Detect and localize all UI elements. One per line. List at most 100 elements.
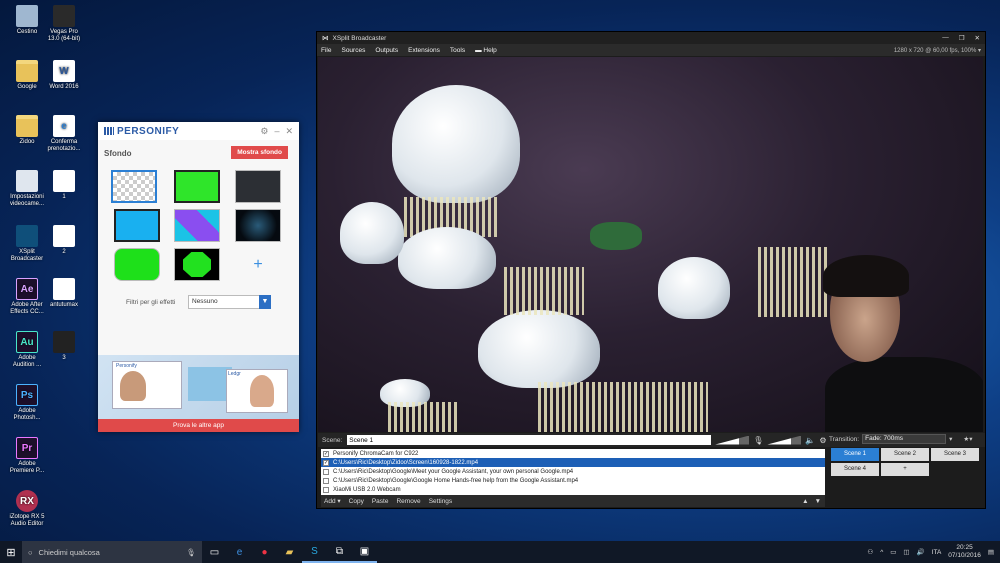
background-thumb-burst[interactable] bbox=[235, 209, 281, 242]
remove-button[interactable]: Remove bbox=[396, 498, 420, 505]
pdf-icon: e bbox=[53, 115, 75, 137]
desktop-icon-pdf[interactable]: e Conferma prenotazio... bbox=[44, 115, 84, 153]
background-thumb-green-octagon[interactable] bbox=[174, 248, 220, 281]
folder-icon bbox=[16, 115, 38, 137]
desktop-icon-recycle-bin[interactable]: Cestino bbox=[7, 5, 47, 36]
file-explorer-icon[interactable]: ▰ bbox=[277, 541, 302, 563]
settings-button[interactable]: Settings bbox=[429, 498, 453, 505]
chevron-down-icon[interactable]: ▼ bbox=[259, 295, 271, 309]
move-down-icon[interactable]: ▼ bbox=[815, 498, 821, 505]
desktop-icon-screenshot[interactable]: 3 bbox=[44, 331, 84, 362]
desktop-icon-photoshop[interactable]: Ps Adobe Photosh... bbox=[7, 384, 47, 422]
minimize-icon[interactable]: – bbox=[274, 126, 279, 137]
source-checkbox[interactable] bbox=[323, 486, 329, 493]
settings-icon[interactable]: ⚙ bbox=[260, 126, 268, 137]
desktop-icon-xsplit[interactable]: XSplit Broadcaster bbox=[7, 225, 47, 263]
people-icon[interactable]: ⚇ bbox=[867, 548, 873, 556]
skype-icon[interactable]: S bbox=[302, 541, 327, 563]
desktop-icon-label: Adobe Photosh... bbox=[13, 408, 41, 421]
background-thumb-green-circle[interactable] bbox=[114, 248, 160, 281]
speaker-icon[interactable]: 🔈 bbox=[805, 436, 815, 445]
desktop-icon-document[interactable]: 2 bbox=[44, 225, 84, 256]
try-other-apps-button[interactable]: Prova le altre app bbox=[98, 419, 299, 432]
language-indicator[interactable]: ITA bbox=[932, 549, 942, 556]
desktop-icon-izotope[interactable]: RX iZotope RX 5 Audio Editor bbox=[7, 490, 47, 528]
scene-4-button[interactable]: Scene 4 bbox=[831, 463, 879, 476]
preview-canvas[interactable] bbox=[318, 57, 983, 432]
add-scene-button[interactable]: + bbox=[881, 463, 929, 476]
chevron-down-icon[interactable]: ▾ bbox=[949, 435, 952, 443]
menu-sources[interactable]: Sources bbox=[341, 47, 365, 54]
source-checkbox[interactable]: ✓ bbox=[323, 459, 329, 466]
chrome-icon[interactable]: ● bbox=[252, 541, 277, 563]
source-checkbox[interactable] bbox=[323, 477, 329, 484]
transition-select[interactable]: Fade: 700ms bbox=[862, 434, 947, 444]
clock[interactable]: 20:25 07/10/2016 bbox=[948, 544, 981, 560]
add-source-button[interactable]: Add ▾ bbox=[324, 497, 341, 505]
show-background-button[interactable]: Mostra sfondo bbox=[231, 146, 288, 159]
system-tray: ⚇ ^ ▭ ◫ 🔊 ITA 20:25 07/10/2016 ▤ bbox=[867, 544, 1000, 560]
mic-volume-meter[interactable] bbox=[715, 435, 750, 445]
cortana-search[interactable]: ○ Chiedimi qualcosa 🎙 bbox=[22, 541, 202, 563]
background-thumb-green[interactable] bbox=[174, 170, 220, 203]
battery-icon[interactable]: ▭ bbox=[890, 548, 896, 556]
source-row[interactable]: ✓ Personify ChromaCam for C922 bbox=[321, 449, 825, 458]
desktop-icon-premiere[interactable]: Pr Adobe Premiere P... bbox=[7, 437, 47, 475]
personify-taskbar-icon[interactable]: ▣ bbox=[352, 541, 377, 563]
desktop-icon-webcam[interactable]: Impostazioni videocame... bbox=[7, 170, 47, 208]
windows-start-icon[interactable]: ⊞ bbox=[0, 546, 22, 559]
desktop-icon-folder[interactable]: Zidoo bbox=[7, 115, 47, 146]
desktop-icon-word[interactable]: W Word 2016 bbox=[44, 60, 84, 91]
volume-icon[interactable]: 🔊 bbox=[917, 548, 925, 556]
xsplit-logo-icon: ⋈ bbox=[322, 35, 329, 42]
xsplit-taskbar-icon[interactable]: ⧉ bbox=[327, 541, 352, 563]
desktop-icon-document[interactable]: 1 bbox=[44, 170, 84, 201]
transition-effects-icon[interactable]: ★▾ bbox=[963, 435, 972, 443]
menu-extensions[interactable]: Extensions bbox=[408, 47, 440, 54]
scene-3-button[interactable]: Scene 3 bbox=[931, 448, 979, 461]
microphone-icon[interactable]: 🎙 bbox=[753, 436, 763, 445]
source-row[interactable]: C:\Users\Ric\Desktop\Google\Google Home … bbox=[321, 476, 825, 485]
scene-2-button[interactable]: Scene 2 bbox=[881, 448, 929, 461]
copy-button[interactable]: Copy bbox=[349, 498, 364, 505]
speaker-volume-meter[interactable] bbox=[767, 435, 802, 445]
background-thumb-dark[interactable] bbox=[235, 170, 281, 203]
paste-button[interactable]: Paste bbox=[372, 498, 389, 505]
edge-icon[interactable]: e bbox=[227, 541, 252, 563]
source-row[interactable]: ✓ C:\Users\Ric\Desktop\Zidoo\Screen\16092… bbox=[321, 458, 825, 467]
menu-file[interactable]: File bbox=[321, 47, 331, 54]
desktop-icon-document[interactable]: antutumax bbox=[44, 278, 84, 309]
menu-tools[interactable]: Tools bbox=[450, 47, 465, 54]
resolution-dropdown[interactable]: 1280 x 720 @ 60,00 fps, 100% ▾ bbox=[894, 47, 981, 54]
desktop-icon-folder[interactable]: Google bbox=[7, 60, 47, 91]
background-thumb-transparent[interactable] bbox=[111, 170, 157, 203]
source-row[interactable]: XiaoMi USB 2.0 Webcam bbox=[321, 485, 825, 494]
apps-banner[interactable]: Personify Ledgr bbox=[98, 355, 299, 419]
taskbar: ⊞ ○ Chiedimi qualcosa 🎙 ▭ e ● ▰ S ⧉ ▣ ⚇ … bbox=[0, 541, 1000, 563]
background-thumb-diamond[interactable] bbox=[174, 209, 220, 242]
show-hidden-icons-chevron-icon[interactable]: ^ bbox=[880, 549, 883, 556]
desktop-icon-after-effects[interactable]: Ae Adobe After Effects CC... bbox=[7, 278, 47, 316]
menu-help[interactable]: ▬ Help bbox=[475, 47, 497, 54]
close-icon[interactable]: ✕ bbox=[285, 126, 293, 137]
background-thumb-blue[interactable] bbox=[114, 209, 160, 242]
desktop-icon-audition[interactable]: Au Adobe Audition ... bbox=[7, 331, 47, 369]
close-icon[interactable]: ✕ bbox=[975, 34, 980, 42]
desktop-icon-film[interactable]: Vegas Pro 13.0 (64-bit) bbox=[44, 5, 84, 43]
network-icon[interactable]: ◫ bbox=[903, 548, 909, 556]
source-checkbox[interactable] bbox=[323, 468, 329, 475]
move-up-icon[interactable]: ▲ bbox=[802, 498, 808, 505]
gear-icon[interactable]: ⚙ bbox=[819, 436, 826, 445]
scene-1-button[interactable]: Scene 1 bbox=[831, 448, 879, 461]
scene-name-input[interactable] bbox=[347, 435, 712, 445]
xsplit-icon bbox=[16, 225, 38, 247]
source-checkbox[interactable]: ✓ bbox=[323, 450, 329, 457]
menu-outputs[interactable]: Outputs bbox=[375, 47, 398, 54]
source-row[interactable]: C:\Users\Ric\Desktop\Google\Meet your Go… bbox=[321, 467, 825, 476]
maximize-icon[interactable]: ❐ bbox=[959, 34, 965, 42]
notifications-icon[interactable]: ▤ bbox=[988, 548, 994, 556]
minimize-icon[interactable]: — bbox=[942, 34, 949, 42]
task-view-icon[interactable]: ▭ bbox=[202, 541, 227, 563]
microphone-icon[interactable]: 🎙 bbox=[186, 548, 196, 557]
add-background-button[interactable]: + bbox=[235, 248, 281, 281]
